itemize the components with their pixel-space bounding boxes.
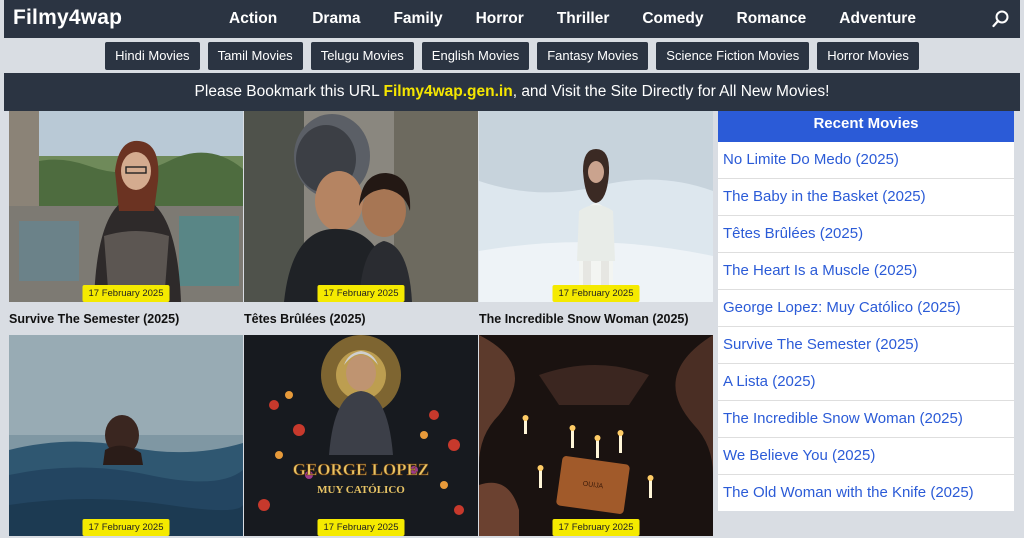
- site-logo[interactable]: Filmy4wap: [13, 6, 122, 30]
- bookmark-notice: Please Bookmark this URL Filmy4wap.gen.i…: [4, 73, 1020, 111]
- recent-movie-link[interactable]: The Incredible Snow Woman (2025): [718, 401, 1014, 438]
- recent-movies-heading: Recent Movies: [718, 111, 1014, 142]
- movie-title[interactable]: Survive The Semester (2025): [9, 312, 249, 326]
- nav-link-family[interactable]: Family: [393, 10, 442, 28]
- date-badge: 17 February 2025: [317, 285, 405, 302]
- poster-image-survive-the-semester: [9, 111, 243, 302]
- svg-text:GEORGE LOPEZ: GEORGE LOPEZ: [293, 460, 430, 479]
- nav-link-thriller[interactable]: Thriller: [557, 10, 610, 28]
- category-telugu-movies[interactable]: Telugu Movies: [310, 42, 414, 70]
- poster-image-swimmer: [9, 335, 243, 536]
- movie-poster[interactable]: 17 February 2025: [9, 335, 243, 536]
- nav-link-horror[interactable]: Horror: [476, 10, 524, 28]
- top-navbar: Filmy4wap Action Drama Family Horror Thr…: [4, 0, 1020, 38]
- recent-movie-link[interactable]: George Lopez: Muy Católico (2025): [718, 290, 1014, 327]
- recent-movies-sidebar: Recent Movies No Limite Do Medo (2025) T…: [718, 111, 1014, 511]
- recent-movie-link[interactable]: Survive The Semester (2025): [718, 327, 1014, 364]
- movie-poster[interactable]: 17 February 2025: [244, 111, 478, 302]
- nav-link-romance[interactable]: Romance: [737, 10, 807, 28]
- nav-link-action[interactable]: Action: [229, 10, 277, 28]
- category-hindi-movies[interactable]: Hindi Movies: [105, 42, 200, 70]
- recent-movie-link[interactable]: The Old Woman with the Knife (2025): [718, 475, 1014, 512]
- movie-poster[interactable]: OUIJA 17 February 2025: [479, 335, 713, 536]
- recent-movie-link[interactable]: A Lista (2025): [718, 364, 1014, 401]
- date-badge: 17 February 2025: [82, 519, 170, 536]
- search-icon[interactable]: [992, 10, 1010, 28]
- poster-image-tetes-brulees: [244, 111, 478, 302]
- nav-link-drama[interactable]: Drama: [312, 10, 360, 28]
- nav-link-adventure[interactable]: Adventure: [839, 10, 916, 28]
- recent-movie-link[interactable]: The Heart Is a Muscle (2025): [718, 253, 1014, 290]
- recent-movie-link[interactable]: We Believe You (2025): [718, 438, 1014, 475]
- category-fantasy-movies[interactable]: Fantasy Movies: [537, 42, 649, 70]
- notice-text-after: , and Visit the Site Directly for All Ne…: [512, 83, 830, 100]
- recent-movie-link[interactable]: Têtes Brûlées (2025): [718, 216, 1014, 253]
- date-badge: 17 February 2025: [552, 519, 640, 536]
- date-badge: 17 February 2025: [82, 285, 170, 302]
- category-english-movies[interactable]: English Movies: [421, 42, 530, 70]
- movie-poster[interactable]: 17 February 2025: [9, 111, 243, 302]
- nav-link-comedy[interactable]: Comedy: [642, 10, 703, 28]
- movie-title[interactable]: Têtes Brûlées (2025): [244, 312, 484, 326]
- category-bar: Hindi Movies Tamil Movies Telugu Movies …: [0, 40, 1024, 72]
- notice-url[interactable]: Filmy4wap.gen.in: [384, 83, 513, 100]
- recent-movie-link[interactable]: The Baby in the Basket (2025): [718, 179, 1014, 216]
- poster-image-ouija-board: OUIJA: [479, 335, 713, 536]
- category-science-fiction-movies[interactable]: Science Fiction Movies: [656, 42, 810, 70]
- svg-text:MUY CATÓLICO: MUY CATÓLICO: [317, 484, 405, 496]
- recent-movie-link[interactable]: No Limite Do Medo (2025): [718, 142, 1014, 179]
- poster-image-george-lopez: GEORGE LOPEZ MUY CATÓLICO: [244, 335, 478, 536]
- poster-image-incredible-snow-woman: [479, 111, 713, 302]
- movie-poster[interactable]: GEORGE LOPEZ MUY CATÓLICO 17 February 20…: [244, 335, 478, 536]
- notice-text-before: Please Bookmark this URL: [194, 83, 384, 100]
- movie-title[interactable]: The Incredible Snow Woman (2025): [479, 312, 719, 326]
- movie-poster[interactable]: 17 February 2025: [479, 111, 713, 302]
- date-badge: 17 February 2025: [317, 519, 405, 536]
- genre-nav: Action Drama Family Horror Thriller Come…: [204, 0, 916, 38]
- date-badge: 17 February 2025: [552, 285, 640, 302]
- category-tamil-movies[interactable]: Tamil Movies: [207, 42, 303, 70]
- category-horror-movies[interactable]: Horror Movies: [817, 42, 919, 70]
